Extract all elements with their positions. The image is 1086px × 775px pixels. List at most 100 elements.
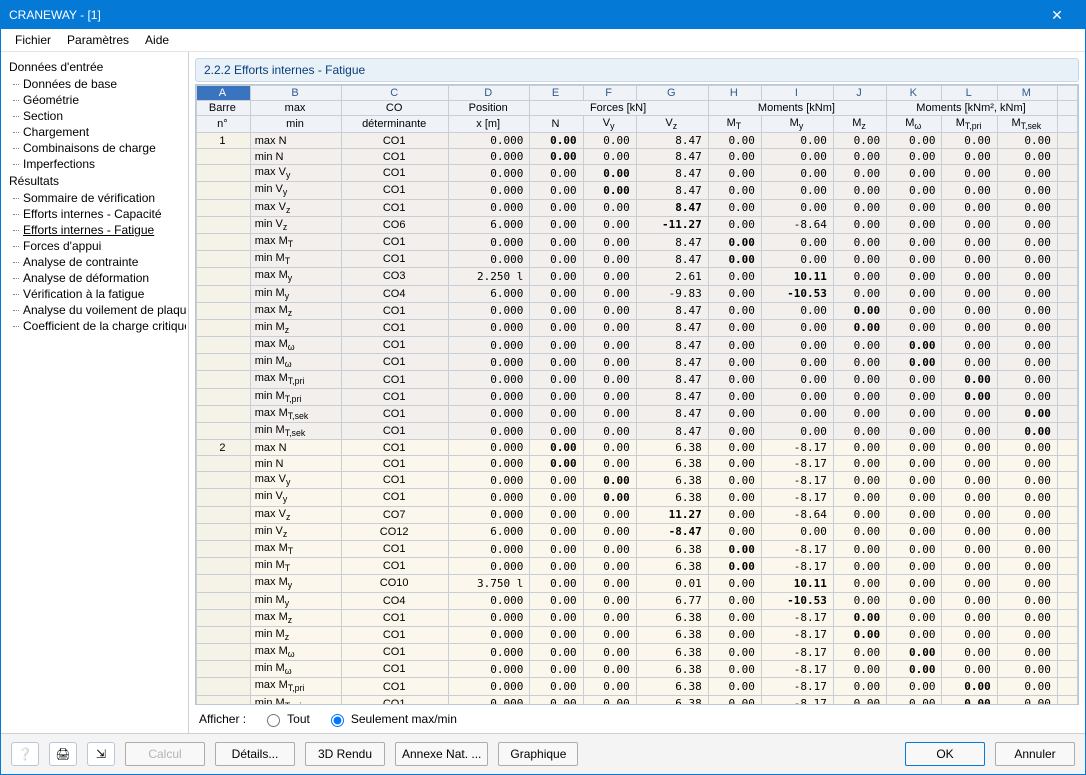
table-row[interactable]: min MT,priCO10.0000.000.008.470.000.000.… [197, 388, 1078, 405]
menu-params[interactable]: Paramètres [61, 31, 135, 49]
cell-Mw: 0.00 [887, 371, 942, 388]
table-row[interactable]: min VzCO66.0000.000.00-11.270.00-8.640.0… [197, 216, 1078, 233]
table-row[interactable]: max MT,priCO10.0000.000.008.470.000.000.… [197, 371, 1078, 388]
col-letter[interactable]: A [197, 86, 251, 101]
table-row[interactable]: min NCO10.0000.000.008.470.000.000.000.0… [197, 149, 1078, 165]
nav-item[interactable]: Géométrie [9, 92, 186, 108]
cell-Vz: 8.47 [636, 319, 708, 336]
cell-MTpri: 0.00 [942, 540, 997, 557]
nav-item[interactable]: Données de base [9, 76, 186, 92]
col-letter[interactable]: F [583, 86, 636, 101]
nav-item[interactable]: Vérification à la fatigue [9, 286, 186, 302]
table-row[interactable]: min MyCO46.0000.000.00-9.830.00-10.530.0… [197, 285, 1078, 302]
render3d-button[interactable]: 3D Rendu [305, 742, 385, 766]
nav-item[interactable]: Analyse du voilement de plaques [9, 302, 186, 318]
col-letter[interactable]: E [530, 86, 583, 101]
col-letter[interactable]: M [997, 86, 1057, 101]
cell-Vz: 8.47 [636, 405, 708, 422]
table-row[interactable]: max MzCO10.0000.000.008.470.000.000.000.… [197, 302, 1078, 319]
cell-MTpri: 0.00 [942, 405, 997, 422]
table-row[interactable]: max MTCO10.0000.000.006.380.00-8.170.000… [197, 540, 1078, 557]
nav-item[interactable]: Données d'entrée [9, 58, 186, 76]
col-letter[interactable]: C [342, 86, 449, 101]
table-row[interactable]: min VyCO10.0000.000.006.380.00-8.170.000… [197, 489, 1078, 506]
calc-button[interactable]: Calcul [125, 742, 205, 766]
col-letter[interactable]: K [887, 86, 942, 101]
nav-item[interactable]: Forces d'appui [9, 238, 186, 254]
col-letter[interactable]: D [449, 86, 530, 101]
results-grid[interactable]: ABCDEFGHIJKLM BarremaxCOPositionForces [… [195, 84, 1079, 705]
table-row[interactable]: max MT,sekCO10.0000.000.008.470.000.000.… [197, 405, 1078, 422]
menu-help[interactable]: Aide [139, 31, 175, 49]
radio-all[interactable]: Tout [262, 711, 310, 727]
table-row[interactable]: max VyCO10.0000.000.008.470.000.000.000.… [197, 165, 1078, 182]
nav-item[interactable]: Section [9, 108, 186, 124]
menu-file[interactable]: Fichier [9, 31, 57, 49]
col-letter[interactable]: I [761, 86, 833, 101]
table-row[interactable]: max MTCO10.0000.000.008.470.000.000.000.… [197, 233, 1078, 250]
table-row[interactable]: max VzCO10.0000.000.008.470.000.000.000.… [197, 199, 1078, 216]
table-row[interactable]: 1max NCO10.0000.000.008.470.000.000.000.… [197, 133, 1078, 149]
cell-N: 0.00 [530, 337, 583, 354]
table-row[interactable]: 2max NCO10.0000.000.006.380.00-8.170.000… [197, 440, 1078, 456]
nav-item[interactable]: Analyse de déformation [9, 270, 186, 286]
nav-item[interactable]: Chargement [9, 124, 186, 140]
cell-Mw: 0.00 [887, 472, 942, 489]
cell-Mz: 0.00 [833, 388, 886, 405]
table-row[interactable]: min NCO10.0000.000.006.380.00-8.170.000.… [197, 456, 1078, 472]
table-row[interactable]: max VyCO10.0000.000.006.380.00-8.170.000… [197, 472, 1078, 489]
table-row[interactable]: min MT,priCO10.0000.000.006.380.00-8.170… [197, 695, 1078, 705]
radio-maxmin[interactable]: Seulement max/min [326, 711, 457, 727]
cancel-button[interactable]: Annuler [995, 742, 1075, 766]
graph-button[interactable]: Graphique [498, 742, 578, 766]
cell-Mw: 0.00 [887, 405, 942, 422]
col-letter[interactable]: B [250, 86, 342, 101]
ok-button[interactable]: OK [905, 742, 985, 766]
table-row[interactable]: max MωCO10.0000.000.008.470.000.000.000.… [197, 337, 1078, 354]
nav-item[interactable]: Coefficient de la charge critique [9, 318, 186, 334]
nav-item[interactable]: Combinaisons de charge [9, 140, 186, 156]
help-icon[interactable]: ❔ [11, 742, 39, 766]
cell-Vy: 0.00 [583, 149, 636, 165]
cell-Mz: 0.00 [833, 133, 886, 149]
table-row[interactable]: min MyCO40.0000.000.006.770.00-10.530.00… [197, 592, 1078, 609]
nav-item[interactable]: Efforts internes - Capacité [9, 206, 186, 222]
close-icon[interactable]: ✕ [1037, 7, 1077, 24]
table-row[interactable]: max VzCO70.0000.000.0011.270.00-8.640.00… [197, 506, 1078, 523]
col-letter[interactable]: G [636, 86, 708, 101]
table-row[interactable]: min VyCO10.0000.000.008.470.000.000.000.… [197, 182, 1078, 199]
nav-item[interactable]: Analyse de contrainte [9, 254, 186, 270]
nav-item[interactable]: Sommaire de vérification [9, 190, 186, 206]
table-row[interactable]: max MyCO32.250 l0.000.002.610.0010.110.0… [197, 268, 1078, 285]
cell-co: CO1 [342, 388, 449, 405]
cell-label: min MT,pri [250, 388, 342, 405]
table-row[interactable]: max MyCO103.750 l0.000.000.010.0010.110.… [197, 575, 1078, 592]
cell-x: 0.000 [449, 609, 530, 626]
export-icon[interactable]: ⇲ [87, 742, 115, 766]
table-row[interactable]: min MzCO10.0000.000.006.380.00-8.170.000… [197, 626, 1078, 643]
col-letter[interactable]: J [833, 86, 886, 101]
table-row[interactable]: max MzCO10.0000.000.006.380.00-8.170.000… [197, 609, 1078, 626]
cell-MTpri: 0.00 [942, 233, 997, 250]
table-row[interactable]: min MωCO10.0000.000.006.380.00-8.170.000… [197, 661, 1078, 678]
nav-item[interactable]: Résultats [9, 172, 186, 190]
cell-N: 0.00 [530, 626, 583, 643]
table-row[interactable]: min MTCO10.0000.000.008.470.000.000.000.… [197, 251, 1078, 268]
col-letter[interactable]: L [942, 86, 997, 101]
col-letter[interactable]: H [708, 86, 761, 101]
table-row[interactable]: max MT,priCO10.0000.000.006.380.00-8.170… [197, 678, 1078, 695]
nav-item[interactable]: Efforts internes - Fatigue [9, 222, 186, 238]
table-row[interactable]: min MωCO10.0000.000.008.470.000.000.000.… [197, 354, 1078, 371]
col-subheader: Mz [833, 116, 886, 133]
table-row[interactable]: min MzCO10.0000.000.008.470.000.000.000.… [197, 319, 1078, 336]
details-button[interactable]: Détails... [215, 742, 295, 766]
table-row[interactable]: min MTCO10.0000.000.006.380.00-8.170.000… [197, 558, 1078, 575]
annex-button[interactable]: Annexe Nat. ... [395, 742, 488, 766]
nav-tree[interactable]: Données d'entréeDonnées de baseGéométrie… [1, 52, 189, 733]
cell-Mw: 0.00 [887, 540, 942, 557]
print-icon[interactable]: 🖨 [49, 742, 77, 766]
table-row[interactable]: min MT,sekCO10.0000.000.008.470.000.000.… [197, 423, 1078, 440]
table-row[interactable]: max MωCO10.0000.000.006.380.00-8.170.000… [197, 644, 1078, 661]
nav-item[interactable]: Imperfections [9, 156, 186, 172]
table-row[interactable]: min VzCO126.0000.000.00-8.470.000.000.00… [197, 523, 1078, 540]
